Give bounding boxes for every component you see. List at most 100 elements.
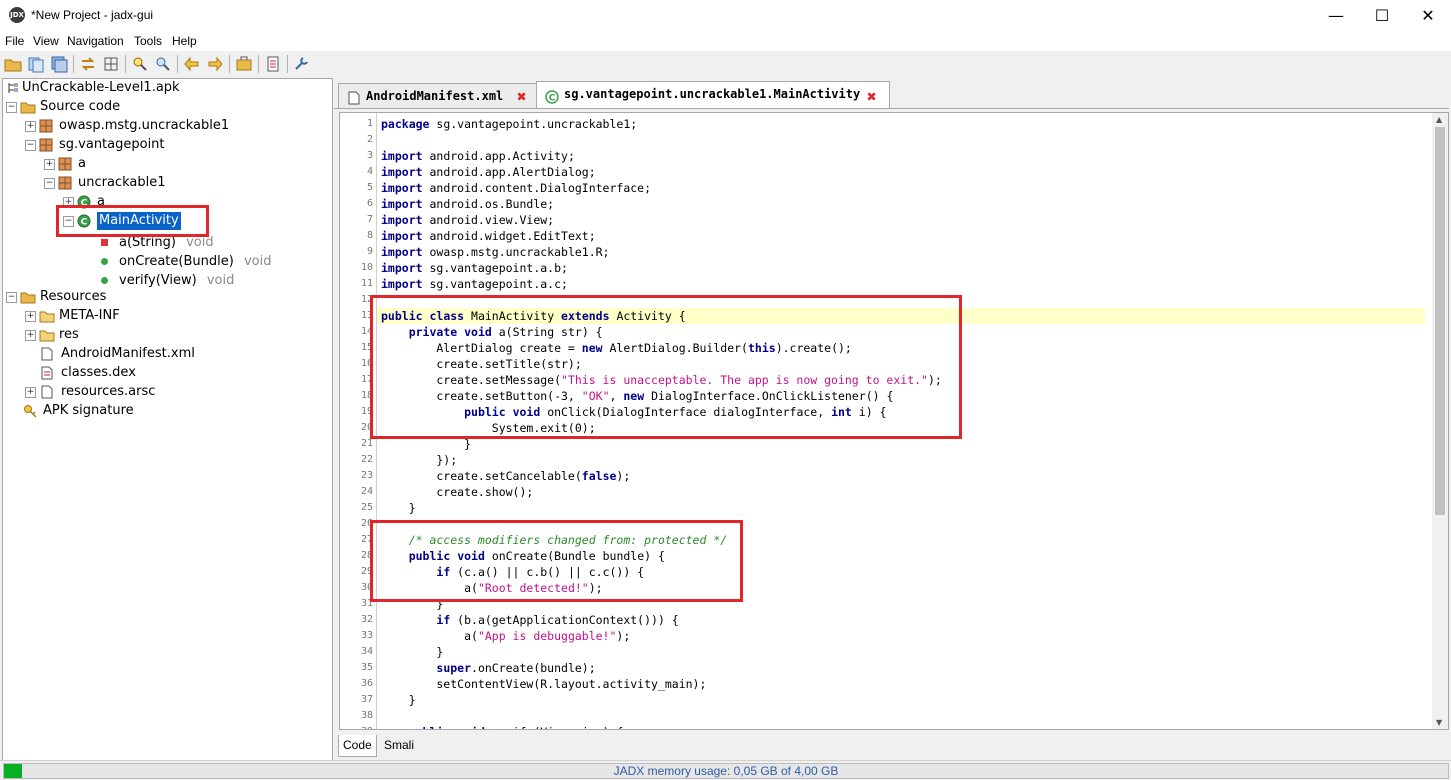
- menu-navigation[interactable]: Navigation: [67, 34, 124, 48]
- window-title: *New Project - jadx-gui: [31, 8, 154, 22]
- scrollbar-thumb[interactable]: [1435, 127, 1445, 515]
- tree-label: owasp.mstg.uncrackable1: [59, 118, 230, 133]
- tab-label: AndroidManifest.xml: [366, 89, 504, 103]
- scroll-down-icon[interactable]: ▼: [1436, 718, 1442, 727]
- expand-toggle-icon[interactable]: +: [25, 311, 36, 322]
- minimize-button[interactable]: —: [1313, 0, 1359, 31]
- line-number: 27: [360, 534, 373, 545]
- search-text-icon[interactable]: [131, 55, 149, 73]
- line-number: 1: [366, 118, 373, 129]
- tree-node-apk[interactable]: UnCrackable-Level1.apk: [6, 79, 180, 97]
- tree-node-file[interactable]: AndroidManifest.xml: [25, 345, 195, 363]
- tree-node-package[interactable]: + owasp.mstg.uncrackable1: [25, 117, 229, 135]
- scroll-up-icon[interactable]: ▲: [1436, 115, 1442, 124]
- toolbar-separator: [125, 55, 126, 73]
- flatten-packages-icon[interactable]: [102, 55, 120, 73]
- tree-node-source-code[interactable]: − Source code: [6, 98, 120, 116]
- tree-node-method[interactable]: onCreate(Bundle) void: [101, 253, 271, 271]
- private-method-icon: [101, 239, 108, 246]
- code-line: import android.content.DialogInterface;: [381, 181, 652, 195]
- tab-code[interactable]: Code: [338, 735, 377, 757]
- tree-label: APK signature: [43, 403, 134, 418]
- tree-label: classes.dex: [61, 365, 136, 380]
- binary-file-icon: [41, 366, 55, 380]
- tab-smali[interactable]: Smali: [380, 735, 418, 756]
- decompile-all-icon[interactable]: [235, 55, 253, 73]
- tree-label: Resources: [40, 289, 107, 304]
- code-line: setContentView(R.layout.activity_main);: [381, 677, 707, 691]
- tree-node-folder[interactable]: + res: [25, 326, 79, 344]
- public-method-icon: [101, 277, 108, 284]
- code-line: }: [381, 645, 444, 659]
- line-number: 8: [366, 230, 373, 241]
- package-icon: [58, 176, 72, 190]
- tree-label: a: [78, 156, 86, 171]
- preferences-wrench-icon[interactable]: [292, 55, 310, 73]
- save-all-icon[interactable]: [50, 55, 68, 73]
- resources-folder-icon: [20, 290, 36, 304]
- close-window-button[interactable]: ✕: [1405, 0, 1451, 31]
- tab-android-manifest[interactable]: AndroidManifest.xml ✖: [338, 83, 537, 108]
- forward-arrow-icon[interactable]: [206, 55, 224, 73]
- line-number: 5: [366, 182, 373, 193]
- line-number: 28: [360, 550, 373, 561]
- close-tab-icon[interactable]: ✖: [517, 89, 531, 105]
- code-line: import owasp.mstg.uncrackable1.R;: [381, 245, 610, 259]
- open-folder-icon[interactable]: [4, 55, 22, 73]
- collapse-toggle-icon[interactable]: −: [44, 178, 55, 189]
- toolbar-separator: [229, 55, 230, 73]
- search-class-icon[interactable]: [154, 55, 172, 73]
- code-line: }: [381, 693, 416, 707]
- log-viewer-icon[interactable]: [264, 55, 282, 73]
- menu-view[interactable]: View: [33, 34, 59, 48]
- tree-node-package[interactable]: − uncrackable1: [44, 174, 165, 192]
- sync-icon[interactable]: [79, 55, 97, 73]
- tree-node-package[interactable]: − sg.vantagepoint: [25, 136, 165, 154]
- vertical-scrollbar[interactable]: ▲ ▼: [1432, 113, 1448, 729]
- expand-toggle-icon[interactable]: +: [25, 387, 36, 398]
- tree-node-file[interactable]: classes.dex: [25, 364, 136, 382]
- menu-file[interactable]: File: [5, 34, 24, 48]
- title-bar: JDX *New Project - jadx-gui — ☐ ✕: [0, 0, 1451, 31]
- tree-label: onCreate(Bundle): [119, 254, 234, 269]
- tree-node-file[interactable]: + resources.arsc: [25, 383, 155, 401]
- maximize-button[interactable]: ☐: [1359, 0, 1405, 31]
- menu-bar: File View Navigation Tools Help: [0, 31, 1451, 51]
- line-number: 24: [360, 486, 373, 497]
- expand-toggle-icon[interactable]: +: [25, 121, 36, 132]
- line-number: 22: [360, 454, 373, 465]
- line-number: 26: [360, 518, 373, 529]
- back-arrow-icon[interactable]: [183, 55, 201, 73]
- line-number: 38: [360, 710, 373, 721]
- menu-help[interactable]: Help: [172, 34, 197, 48]
- memory-usage-text: JADX memory usage: 0,05 GB of 4,00 GB: [613, 764, 839, 778]
- tab-mainactivity[interactable]: C sg.vantagepoint.uncrackable1.MainActiv…: [536, 81, 890, 108]
- status-bar: JADX memory usage: 0,05 GB of 4,00 GB: [0, 760, 1451, 780]
- line-number: 12: [360, 294, 373, 305]
- close-tab-icon[interactable]: ✖: [867, 89, 881, 105]
- collapse-toggle-icon[interactable]: −: [6, 102, 17, 113]
- collapse-toggle-icon[interactable]: −: [6, 292, 17, 303]
- line-number: 35: [360, 662, 373, 673]
- package-icon: [58, 157, 72, 171]
- expand-toggle-icon[interactable]: +: [25, 330, 36, 341]
- tree-node-apk-signature[interactable]: APK signature: [6, 402, 134, 420]
- line-number: 14: [360, 326, 373, 337]
- code-line: super.onCreate(bundle);: [436, 661, 596, 675]
- key-icon: [23, 404, 37, 418]
- toolbar-separator: [258, 55, 259, 73]
- code-line: if (b.a(getApplicationContext())) {: [436, 613, 679, 627]
- tree-node-package[interactable]: + a: [44, 155, 86, 173]
- add-files-icon[interactable]: [27, 55, 45, 73]
- tree-node-folder[interactable]: + META-INF: [25, 307, 120, 325]
- tree-node-method[interactable]: verify(View) void: [101, 272, 234, 290]
- tree-label: uncrackable1: [78, 175, 166, 190]
- tree-node-resources[interactable]: − Resources: [6, 288, 106, 306]
- line-number: 17: [360, 374, 373, 385]
- folder-icon: [39, 309, 55, 323]
- line-number: 25: [360, 502, 373, 513]
- expand-toggle-icon[interactable]: +: [44, 159, 55, 170]
- menu-tools[interactable]: Tools: [134, 34, 162, 48]
- toolbar-separator: [73, 55, 74, 73]
- collapse-toggle-icon[interactable]: −: [25, 140, 36, 151]
